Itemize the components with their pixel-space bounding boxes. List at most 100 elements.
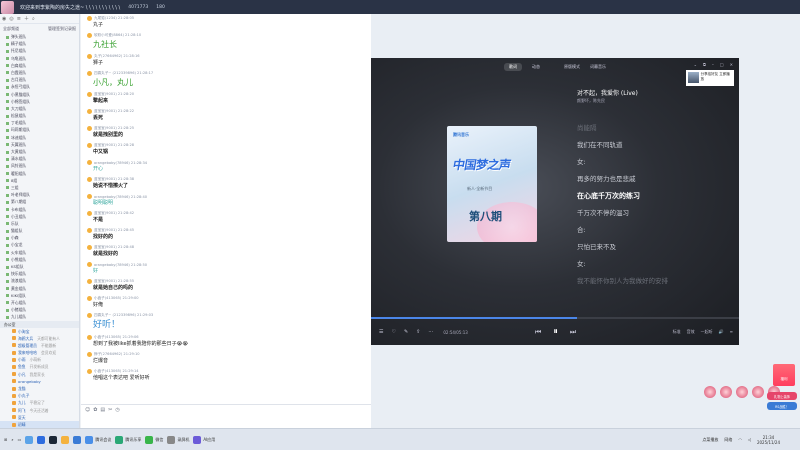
member-item[interactable]: 海鸥大兵 天都可能有人 <box>0 335 79 342</box>
list-icon[interactable]: ≡ <box>17 16 21 22</box>
taskview-icon[interactable]: ▭ <box>18 437 22 442</box>
channel-group[interactable]: 卡布组队 <box>0 206 79 213</box>
volume-icon[interactable]: 🔊 <box>719 329 724 335</box>
section-office[interactable]: 办公室 <box>0 320 79 328</box>
member-item[interactable]: orangebaby <box>0 378 79 385</box>
gift-item[interactable] <box>720 386 732 398</box>
channel-group[interactable]: 九儿组队 <box>0 313 79 320</box>
clock[interactable]: 21:34 2025/11/24 <box>757 435 780 445</box>
speaker-icon[interactable]: ◎ <box>9 16 13 22</box>
channel-group[interactable]: 三组 <box>0 184 79 191</box>
channel-group[interactable]: 精子组队 <box>0 40 79 47</box>
sender-name[interactable]: 蓝宝宝(9001) 21:28:55 <box>94 279 134 284</box>
tab-lyrics[interactable]: 歌词 <box>504 62 522 71</box>
channel-group[interactable]: 弹头班队 <box>0 33 79 40</box>
close-icon[interactable]: ✕ <box>730 62 733 67</box>
channel-group[interactable]: KS组队 <box>0 263 79 270</box>
channel-group[interactable]: 第八期组 <box>0 198 79 205</box>
sender-name[interactable]: 蓝宝宝(9001) 21:28:48 <box>94 245 134 250</box>
channel-group[interactable]: 乌龟班队 <box>0 55 79 62</box>
channel-group[interactable]: 小熊组队 <box>0 256 79 263</box>
channel-group[interactable]: 白霞班队 <box>0 69 79 76</box>
sender-name[interactable]: 狮子(27664962) 21:29:10 <box>94 352 140 357</box>
sender-name[interactable]: 蓝宝宝(9001) 21:28:20 <box>94 92 134 97</box>
channel-group[interactable]: 叶老师组队 <box>0 191 79 198</box>
share-card[interactable]: 分享给好友 立即播放 <box>686 70 734 86</box>
channel-group[interactable]: 风铃班队 <box>0 162 79 169</box>
share-icon[interactable]: ⇪ <box>416 329 420 335</box>
gift-icon[interactable]: ✿ <box>93 407 97 413</box>
gift-item[interactable] <box>752 386 764 398</box>
taskbar-app[interactable]: 微信 <box>145 435 163 444</box>
channel-group[interactable]: 开心组队 <box>0 299 79 306</box>
channel-group[interactable]: 8组 <box>0 177 79 184</box>
sender-name[interactable]: 蓝宝宝(9001) 21:28:45 <box>94 228 134 233</box>
wifi-icon[interactable]: ◠ <box>738 437 742 442</box>
more-icon[interactable]: ⋯ <box>428 329 433 335</box>
channel-group[interactable]: 小黑猫组队 <box>0 91 79 98</box>
member-item[interactable]: 小丸子 <box>0 392 79 399</box>
tab-dynamic[interactable]: 动态 <box>532 64 540 70</box>
prev-icon[interactable]: ⏮ <box>535 328 541 337</box>
channel-group[interactable]: 永恒弓组队 <box>0 83 79 90</box>
taskbar-app[interactable]: 腾讯乐享 <box>115 435 141 444</box>
search-icon[interactable]: ⌕ <box>32 16 35 22</box>
member-item[interactable]: 鱼鱼 开发新成员 <box>0 363 79 370</box>
start-icon[interactable]: ⊞ <box>4 437 7 442</box>
channel-group[interactable]: 松鼠组队 <box>0 112 79 119</box>
channel-filter[interactable]: 全部频道 <box>3 26 19 32</box>
member-item[interactable]: 小凡 我是家长 <box>0 371 79 378</box>
sender-name[interactable]: 蓝宝宝(9001) 21:28:28 <box>94 143 134 148</box>
sender-name[interactable]: 蓝宝宝(9001) 21:28:22 <box>94 109 134 114</box>
next-icon[interactable]: ⏭ <box>570 328 576 337</box>
search-icon[interactable]: ⌕ <box>11 437 13 442</box>
minimize-icon[interactable]: – <box>712 62 714 67</box>
rs-button[interactable]: RS战胜！ <box>767 402 797 410</box>
scissors-icon[interactable]: ✂ <box>108 407 112 413</box>
history-icon[interactable]: ◷ <box>115 407 119 413</box>
member-item[interactable]: 小淘宝 <box>0 328 79 335</box>
emoji-icon[interactable]: ☺ <box>85 407 90 413</box>
channel-group[interactable]: 小宝龙 <box>0 241 79 248</box>
channel-group[interactable]: 小丑组队 <box>0 213 79 220</box>
channel-group[interactable]: 古月班队 <box>0 76 79 83</box>
member-item[interactable]: 龙猫 <box>0 385 79 392</box>
member-item[interactable]: 超级管理员 不能跟新 <box>0 342 79 349</box>
comment-icon[interactable]: ✎ <box>404 329 408 335</box>
member-item[interactable]: 初晴 <box>0 420 79 428</box>
channel-group[interactable]: 猫组队 <box>0 227 79 234</box>
member-item[interactable]: 我来哈哈哈 会员欢迎 <box>0 349 79 356</box>
gift-item[interactable] <box>704 386 716 398</box>
app-icon[interactable] <box>73 435 82 444</box>
progress-bar[interactable] <box>371 317 739 319</box>
sender-name[interactable]: 软软小可爱(8864) 21:28:10 <box>94 33 141 38</box>
channel-group[interactable]: 乐队 <box>0 220 79 227</box>
sender-name[interactable]: 蓝宝宝(9001) 21:28:38 <box>94 177 134 182</box>
tray-network[interactable]: 网络 <box>724 437 732 443</box>
sender-name[interactable]: 小鑫子(413065) 21:29:14 <box>94 369 139 374</box>
menu-icon[interactable]: ☰ <box>379 329 383 335</box>
like-icon[interactable]: ♡ <box>391 329 395 335</box>
taskbar-app[interactable]: 录屏机 <box>167 435 189 444</box>
app-icon[interactable] <box>37 435 46 444</box>
taskbar-app[interactable]: AI应用 <box>193 435 215 444</box>
sender-name[interactable]: 小鑫子(413065) 21:29:00 <box>94 296 139 301</box>
channel-group[interactable]: 白肩组队 <box>0 62 79 69</box>
sender-name[interactable]: 蓝宝宝(9001) 21:28:25 <box>94 126 134 131</box>
steam-icon[interactable] <box>49 435 58 444</box>
promo-badge[interactable]: 福利 <box>773 364 795 386</box>
maximize-icon[interactable]: □ <box>720 62 724 67</box>
quality-button[interactable]: 标准 <box>673 329 681 335</box>
channel-group[interactable]: 大刀组队 <box>0 105 79 112</box>
sender-name[interactable]: 四喜丸子~ (212339896) 21:29:03 <box>94 313 153 318</box>
taskbar-app[interactable]: 腾讯会议 <box>85 435 111 444</box>
lyric-option[interactable]: 词幕音乐 <box>590 64 606 70</box>
sender-name[interactable]: orangebaby(78946) 21:28:50 <box>94 263 147 267</box>
channel-group[interactable]: 小森 <box>0 234 79 241</box>
channel-group[interactable]: 暖阳组队 <box>0 170 79 177</box>
volume-icon[interactable]: ◁ <box>748 437 751 442</box>
listen-together-button[interactable]: 一起听 <box>701 329 713 335</box>
member-item[interactable]: 夏天 <box>0 414 79 421</box>
channel-group[interactable]: 托尼组队 <box>0 47 79 54</box>
channel-group[interactable]: 火车组队 <box>0 249 79 256</box>
